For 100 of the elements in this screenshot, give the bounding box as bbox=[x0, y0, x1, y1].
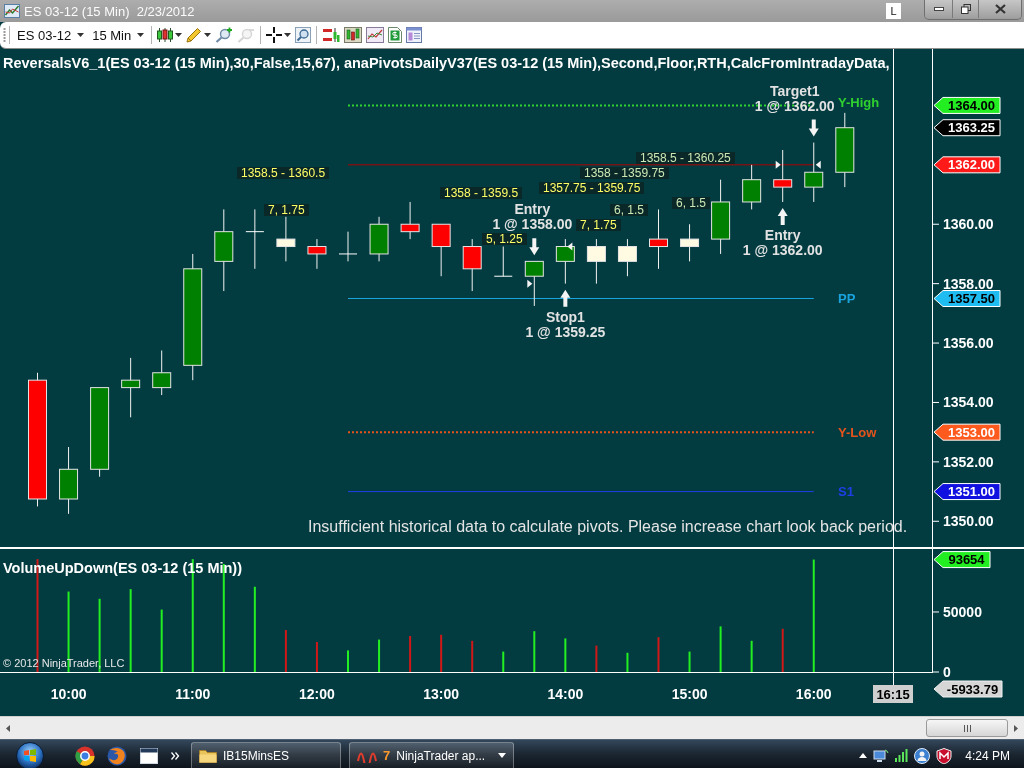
bar bbox=[471, 640, 474, 672]
bar bbox=[688, 651, 691, 672]
candlestick bbox=[462, 238, 482, 292]
price-tag: 1351.00 bbox=[933, 483, 1001, 501]
caret-icon bbox=[498, 753, 506, 758]
candlestick bbox=[680, 223, 700, 262]
right-triangle-icon bbox=[1014, 724, 1018, 732]
search-button[interactable] bbox=[293, 24, 314, 46]
bar-label: 1357.75 - 1359.75 bbox=[539, 182, 645, 194]
caret-icon bbox=[77, 33, 85, 37]
caret-icon bbox=[204, 33, 212, 37]
pencil-icon bbox=[186, 27, 203, 43]
volume-axis-label: 0 bbox=[943, 664, 951, 680]
indicator-label: ReversalsV6_1(ES 03-12 (15 Min),30,False,15,67), anaPivotsDailyV37(ES 03-12 (15 Min),Second,Floor,RTH,CalcFromIntradayData, bbox=[3, 55, 890, 71]
candlestick bbox=[276, 216, 296, 262]
candlestick bbox=[649, 208, 668, 270]
close-button[interactable] bbox=[978, 0, 1021, 18]
zoom-out-icon bbox=[237, 27, 256, 43]
pivot-label: Y-High bbox=[838, 94, 880, 110]
candlestick-chart-icon bbox=[344, 27, 363, 43]
grip-icon bbox=[3, 27, 6, 43]
dollar-document-icon bbox=[388, 27, 403, 43]
caret-icon bbox=[175, 33, 183, 37]
data-box-button[interactable] bbox=[404, 24, 425, 46]
chart-style-button[interactable] bbox=[342, 24, 365, 46]
crosshair-button[interactable] bbox=[264, 24, 294, 46]
window-icon bbox=[140, 747, 158, 764]
bar bbox=[409, 635, 412, 672]
price-tag: 1362.00 bbox=[933, 156, 1001, 174]
taskbar-button[interactable]: IB15MinsES bbox=[191, 741, 341, 768]
time-axis-label: 13:00 bbox=[423, 686, 460, 702]
price-tag: 1357.50 bbox=[933, 290, 1001, 307]
bar bbox=[253, 586, 256, 672]
line-chart-icon bbox=[366, 27, 385, 43]
price-axis-label: 1360.00 bbox=[943, 216, 994, 233]
candlestick bbox=[742, 164, 762, 210]
time-axis-label: 10:00 bbox=[50, 686, 87, 702]
execution-price: 1 @ 1358.00 bbox=[492, 217, 573, 233]
shield-icon bbox=[936, 747, 953, 764]
time-axis-label: 12:00 bbox=[299, 686, 335, 702]
zoom-in-icon bbox=[215, 27, 234, 43]
strategies-button[interactable] bbox=[386, 24, 405, 46]
price-axis-label: 1354.00 bbox=[943, 394, 994, 411]
round-app-icon bbox=[75, 745, 95, 766]
bar bbox=[378, 639, 381, 672]
scrollbar-thumb[interactable] bbox=[926, 719, 1008, 737]
trade-bars-icon bbox=[322, 27, 341, 43]
taskbar-button[interactable]: 7 NinjaTrader ap... bbox=[349, 741, 514, 768]
left-triangle-icon bbox=[6, 724, 10, 732]
bar bbox=[284, 629, 287, 672]
candlestick bbox=[338, 231, 358, 262]
execution-name: Entry bbox=[514, 202, 551, 218]
minimize-button[interactable] bbox=[925, 0, 952, 18]
instrument-dropdown[interactable]: ES 03-12 bbox=[13, 24, 89, 46]
price-tag: 1364.00 bbox=[933, 96, 1001, 114]
bar bbox=[812, 559, 815, 672]
price-axis-label: 1352.00 bbox=[943, 453, 994, 470]
bar-label: 1358 - 1359.75 bbox=[580, 167, 669, 179]
time-axis-label: 11:00 bbox=[175, 686, 211, 702]
candlestick bbox=[773, 149, 793, 203]
clock-text: 4:24 PM bbox=[965, 748, 1010, 763]
bar-label: 7, 1.75 bbox=[576, 219, 621, 231]
bar bbox=[719, 626, 722, 672]
value-tag: -5933.79 bbox=[933, 680, 1003, 698]
chart-app-icon bbox=[4, 4, 20, 18]
candlestick bbox=[524, 260, 544, 307]
price-axis-label: 1356.00 bbox=[943, 335, 994, 352]
volume-tag: 93654 bbox=[933, 551, 991, 569]
restore-icon bbox=[960, 4, 971, 14]
bar bbox=[533, 631, 536, 672]
bar bbox=[502, 651, 505, 672]
bar bbox=[781, 628, 784, 672]
pivot-label: Y-Low bbox=[838, 424, 877, 440]
bar-label: 5, 1.25 bbox=[482, 233, 527, 245]
double-chevron-icon bbox=[170, 751, 180, 760]
bar bbox=[315, 641, 318, 672]
bar bbox=[129, 589, 132, 672]
search-icon bbox=[295, 27, 312, 43]
pivot-label: S1 bbox=[838, 484, 854, 500]
grip-icon bbox=[963, 724, 971, 732]
candlestick bbox=[245, 208, 265, 270]
candlestick bbox=[586, 238, 606, 285]
folder-icon bbox=[199, 748, 217, 763]
candlestick bbox=[400, 201, 420, 240]
up-triangle-icon bbox=[859, 753, 868, 758]
close-icon bbox=[994, 4, 1006, 14]
execution-price: 1 @ 1362.00 bbox=[754, 98, 835, 114]
candlestick bbox=[431, 223, 451, 277]
bar-label: 1358.5 - 1360.25 bbox=[636, 152, 735, 164]
execution-price: 1 @ 1359.25 bbox=[525, 324, 606, 340]
bar bbox=[160, 609, 163, 672]
indicators-button[interactable] bbox=[364, 24, 387, 46]
price-tag: 1363.25 bbox=[933, 119, 1001, 137]
panel-window-icon bbox=[406, 27, 423, 43]
candlestick bbox=[152, 349, 172, 396]
signal-bars-icon bbox=[895, 749, 909, 762]
restore-button[interactable] bbox=[952, 0, 978, 18]
candlestick bbox=[307, 238, 327, 270]
candlestick bbox=[617, 238, 637, 277]
interval-dropdown[interactable]: 15 Min bbox=[88, 24, 149, 46]
